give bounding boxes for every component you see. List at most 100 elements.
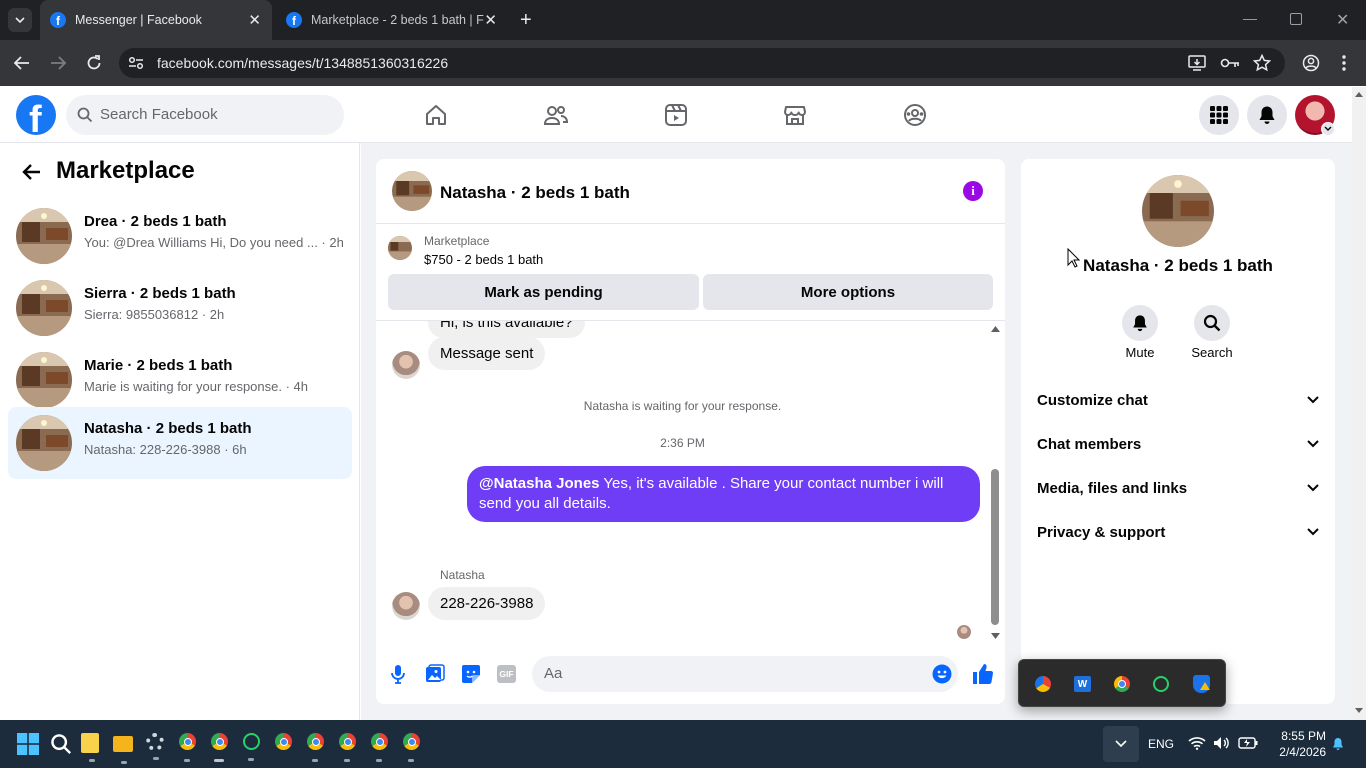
notification-bell-icon[interactable] xyxy=(1331,737,1345,751)
chrome-app-icon[interactable] xyxy=(371,733,388,762)
close-window-icon[interactable]: ✕ xyxy=(1336,10,1349,30)
home-icon[interactable] xyxy=(424,103,448,127)
maximize-window-icon[interactable] xyxy=(1290,13,1302,25)
file-explorer-icon[interactable] xyxy=(113,736,133,764)
mute-label: Mute xyxy=(1125,345,1155,360)
message-thread[interactable]: Hi, is this available? Message sent Nata… xyxy=(376,321,1005,649)
facebook-search-box[interactable]: Search Facebook xyxy=(66,95,344,135)
taskbar-search-icon[interactable] xyxy=(50,733,72,755)
customize-chat-section[interactable]: Customize chat xyxy=(1037,382,1319,418)
notepad-app-icon[interactable] xyxy=(81,733,99,762)
thumbs-up-icon[interactable] xyxy=(972,663,994,685)
browser-tab-messenger[interactable]: f Messenger | Facebook ✕ xyxy=(40,0,272,40)
close-tab-icon[interactable]: ✕ xyxy=(248,11,261,29)
windows-start-icon[interactable] xyxy=(17,733,39,755)
list-item-sierra[interactable]: Sierra · 2 beds 1 bath Sierra: 985503681… xyxy=(8,272,352,344)
back-arrow-icon[interactable] xyxy=(22,163,42,181)
clock-time[interactable]: 8:55 PM xyxy=(1272,729,1326,743)
minimize-window-icon[interactable]: — xyxy=(1243,10,1257,26)
gif-icon[interactable]: GIF xyxy=(497,665,516,683)
listing-thumbnail[interactable] xyxy=(388,236,412,260)
microphone-icon[interactable] xyxy=(390,664,406,684)
natasha-avatar[interactable] xyxy=(392,592,420,620)
chrome-app-icon[interactable] xyxy=(339,733,356,762)
chrome-tray-icon[interactable] xyxy=(1114,676,1130,692)
message-input-placeholder: Aa xyxy=(544,665,563,682)
defender-tray-icon[interactable] xyxy=(1193,675,1210,693)
wifi-icon[interactable] xyxy=(1188,736,1206,750)
read-receipt-avatar xyxy=(957,625,971,639)
conversation-preview: Marie is waiting for your response. · 4h xyxy=(84,379,308,394)
chrome-app-icon[interactable] xyxy=(307,733,324,762)
groups-icon[interactable] xyxy=(903,103,927,127)
list-item-drea[interactable]: Drea · 2 beds 1 bath You: @Drea Williams… xyxy=(8,200,352,272)
more-options-button[interactable]: More options xyxy=(703,274,993,310)
whatsapp-app-icon[interactable] xyxy=(243,733,260,761)
edge-tray-icon[interactable] xyxy=(1035,676,1051,692)
browser-tab-marketplace[interactable]: f Marketplace - 2 beds 1 bath | F ✕ xyxy=(276,0,508,40)
facebook-logo-icon[interactable]: f xyxy=(16,95,56,135)
conversation-preview: You: @Drea Williams Hi, Do you need ... … xyxy=(84,235,344,250)
menu-grid-button[interactable] xyxy=(1199,95,1239,135)
listing-price-title[interactable]: $750 - 2 beds 1 bath xyxy=(424,252,543,267)
whatsapp-tray-icon[interactable] xyxy=(1153,676,1169,692)
sticker-icon[interactable] xyxy=(461,664,481,684)
battery-icon[interactable] xyxy=(1238,737,1258,749)
scrollbar-thumb[interactable] xyxy=(991,469,999,625)
conversation-info-icon[interactable]: i xyxy=(963,181,983,201)
notifications-button[interactable] xyxy=(1247,95,1287,135)
password-key-icon[interactable] xyxy=(1220,56,1240,70)
message-input[interactable]: Aa xyxy=(532,656,958,692)
account-menu-chevron[interactable] xyxy=(1321,122,1335,136)
privacy-support-section[interactable]: Privacy & support xyxy=(1037,514,1319,550)
chrome-app-icon[interactable] xyxy=(275,733,292,750)
chat-members-section[interactable]: Chat members xyxy=(1037,426,1319,462)
chrome-app-icon[interactable] xyxy=(211,733,228,762)
media-files-links-section[interactable]: Media, files and links xyxy=(1037,470,1319,506)
reload-icon[interactable] xyxy=(85,54,103,72)
photo-attach-icon[interactable] xyxy=(425,664,445,684)
grid-menu-icon xyxy=(1210,106,1228,124)
wacom-tray-icon[interactable]: W xyxy=(1074,676,1091,692)
list-item-natasha[interactable]: Natasha · 2 beds 1 bath Natasha: 228-226… xyxy=(8,407,352,479)
clock-date[interactable]: 2/4/2026 xyxy=(1266,745,1326,759)
language-indicator[interactable]: ENG xyxy=(1148,737,1174,751)
forward-arrow-icon[interactable] xyxy=(48,54,68,72)
friends-icon[interactable] xyxy=(543,103,569,127)
message-sent-bubble: Message sent xyxy=(428,337,546,370)
chat-title[interactable]: Natasha · 2 beds 1 bath xyxy=(440,183,630,203)
install-app-icon[interactable] xyxy=(1188,55,1206,71)
bookmark-star-icon[interactable] xyxy=(1253,54,1271,72)
marketplace-icon[interactable] xyxy=(783,103,807,127)
list-item-marie[interactable]: Marie · 2 beds 1 bath Marie is waiting f… xyxy=(8,344,352,416)
conversation-preview: Natasha: 228-226-3988 · 6h xyxy=(84,442,247,457)
profile-icon[interactable] xyxy=(1302,54,1320,72)
tab-search-button[interactable] xyxy=(8,8,32,32)
tray-overflow-button[interactable] xyxy=(1103,726,1139,762)
back-arrow-icon[interactable] xyxy=(12,54,32,72)
mute-button[interactable] xyxy=(1122,305,1158,341)
chrome-app-icon[interactable] xyxy=(179,733,196,762)
natasha-avatar[interactable] xyxy=(392,351,420,379)
facebook-favicon-icon: f xyxy=(286,12,302,28)
chat-avatar[interactable] xyxy=(392,171,432,211)
mention[interactable]: @Natasha Jones xyxy=(479,475,600,492)
profile-avatar[interactable] xyxy=(1142,175,1214,247)
mark-as-pending-button[interactable]: Mark as pending xyxy=(388,274,699,310)
thread-scrollbar[interactable] xyxy=(990,323,1000,645)
video-icon[interactable] xyxy=(664,103,688,127)
new-tab-icon[interactable]: + xyxy=(520,10,532,30)
volume-icon[interactable] xyxy=(1213,736,1229,750)
address-bar[interactable]: facebook.com/messages/t/1348851360316226 xyxy=(119,48,1285,78)
page-scrollbar[interactable] xyxy=(1352,87,1366,720)
close-tab-icon[interactable]: ✕ xyxy=(484,11,497,29)
search-conversation-button[interactable] xyxy=(1194,305,1230,341)
settings-gear-icon[interactable] xyxy=(146,733,164,760)
browser-menu-icon[interactable] xyxy=(1340,54,1348,72)
site-settings-icon[interactable] xyxy=(128,56,144,70)
listing-thumbnail xyxy=(16,415,72,471)
chrome-app-icon[interactable] xyxy=(403,733,420,762)
tab-title: Marketplace - 2 beds 1 bath | F xyxy=(311,13,484,27)
section-label: Customize chat xyxy=(1037,391,1148,409)
emoji-icon[interactable] xyxy=(932,664,952,684)
